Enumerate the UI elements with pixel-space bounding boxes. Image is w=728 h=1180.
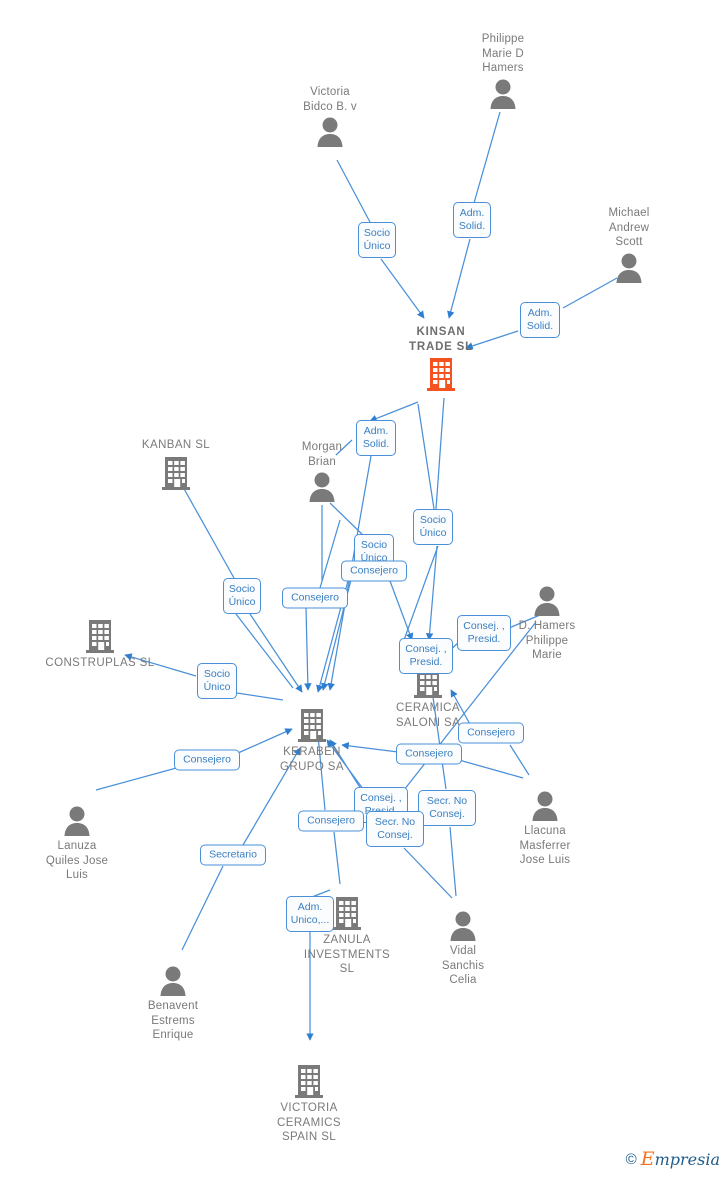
brand-rest: mpresia [654,1150,720,1169]
graph-node-michael_scott[interactable]: Michael Andrew Scott [569,206,689,284]
person-icon [403,910,523,942]
node-label: VICTORIA CERAMICS SPAIN SL [277,1102,341,1143]
edge-label-el_secr_no_consej_mid[interactable]: Secr. No Consej. [366,811,424,847]
person-icon [569,252,689,284]
node-label: Lanuza Quiles Jose Luis [45,840,109,881]
graph-node-lanuza_quiles[interactable]: Lanuza Quiles Jose Luis [17,805,137,883]
empresia-brand-text: Empresia [641,1148,720,1170]
edge-label-el_consejero_morgan[interactable]: Consejero [341,560,407,582]
edge-label-el_adm_solid_philippe[interactable]: Adm. Solid. [453,202,491,238]
node-label: Benavent Estrems Enrique [147,1000,199,1041]
node-label: Victoria Bidco B. v [303,86,357,113]
node-label: Llacuna Masferrer Jose Luis [519,825,571,866]
node-label: Michael Andrew Scott [608,207,650,248]
brand-initial: E [640,1148,655,1170]
node-label: KINSAN TRADE SL [409,326,473,353]
person-icon [270,116,390,148]
empresia-watermark: © Empresia [626,1148,720,1170]
graph-node-kinsan_trade[interactable]: KINSAN TRADE SL [381,325,501,392]
person-icon [262,471,382,503]
node-label: Philippe Marie D Hamers [481,33,525,74]
building-icon [252,707,372,743]
graph-node-benavent[interactable]: Benavent Estrems Enrique [113,965,233,1043]
person-icon [17,805,137,837]
graph-node-llacuna_masferrer[interactable]: Llacuna Masferrer Jose Luis [485,790,605,868]
edge-label-el_consej_presid_ker[interactable]: Consej. , Presid. [399,638,453,674]
graph-node-kanban[interactable]: KANBAN SL [116,438,236,491]
building-icon [249,1063,369,1099]
network-graph-canvas: Victoria Bidco B. v Philippe Marie D Hame… [0,0,728,1180]
graph-node-construplas[interactable]: CONSTRUPLAS SL [40,618,160,671]
edge-label-el_adm_solid_kinsan[interactable]: Adm. Solid. [356,420,396,456]
edge-label-el_consejero_saloni_r[interactable]: Consejero [458,722,524,744]
edge-label-el_consej_presid_saloni[interactable]: Consej. , Presid. [457,615,511,651]
node-label: KERABEN GRUPO SA [280,746,344,773]
edge-label-el_socio_unico_kanban[interactable]: Socio Único [223,578,261,614]
node-label: ZANULA INVESTMENTS SL [303,934,391,975]
edge-label-el_consejero_bottom[interactable]: Consejero [298,810,364,832]
graph-node-vidal_sanchis[interactable]: Vidal Sanchis Celia [403,910,523,988]
copyright-symbol: © [625,1150,637,1168]
edge-label-el_consejero_saloni_l[interactable]: Consejero [396,743,462,765]
node-label: CONSTRUPLAS SL [45,657,155,669]
edge-label-el_consejero_lanuza[interactable]: Consejero [174,749,240,771]
edge-label-el_socio_unico_right[interactable]: Socio Único [413,509,453,545]
graph-node-philippe_hamers[interactable]: Philippe Marie D Hamers [443,32,563,110]
edge-label-el_adm_solid_michael[interactable]: Adm. Solid. [520,302,560,338]
graph-node-victoria_bidco[interactable]: Victoria Bidco B. v [270,85,390,148]
building-icon [381,356,501,392]
graph-node-keraben_grupo[interactable]: KERABEN GRUPO SA [252,707,372,774]
edge-label-el_secretario[interactable]: Secretario [200,844,266,866]
building-icon [40,618,160,654]
graph-node-victoria_ceramics[interactable]: VICTORIA CERAMICS SPAIN SL [249,1063,369,1145]
node-label: KANBAN SL [141,439,211,451]
node-label: Vidal Sanchis Celia [441,945,485,986]
edge-label-el_secr_no_consej_r[interactable]: Secr. No Consej. [418,790,476,826]
edge-label-el_adm_unico_zanula[interactable]: Adm. Unico,... [286,896,334,932]
person-icon [113,965,233,997]
person-icon [485,790,605,822]
edge-label-el_consejero_left1[interactable]: Consejero [282,587,348,609]
edge-label-el_socio_unico_constru[interactable]: Socio Único [197,663,237,699]
graph-edges-layer [95,111,618,1041]
person-icon [443,78,563,110]
building-icon [116,455,236,491]
person-icon [487,585,607,617]
edge-label-el_socio_unico_victoria[interactable]: Socio Único [358,222,396,258]
